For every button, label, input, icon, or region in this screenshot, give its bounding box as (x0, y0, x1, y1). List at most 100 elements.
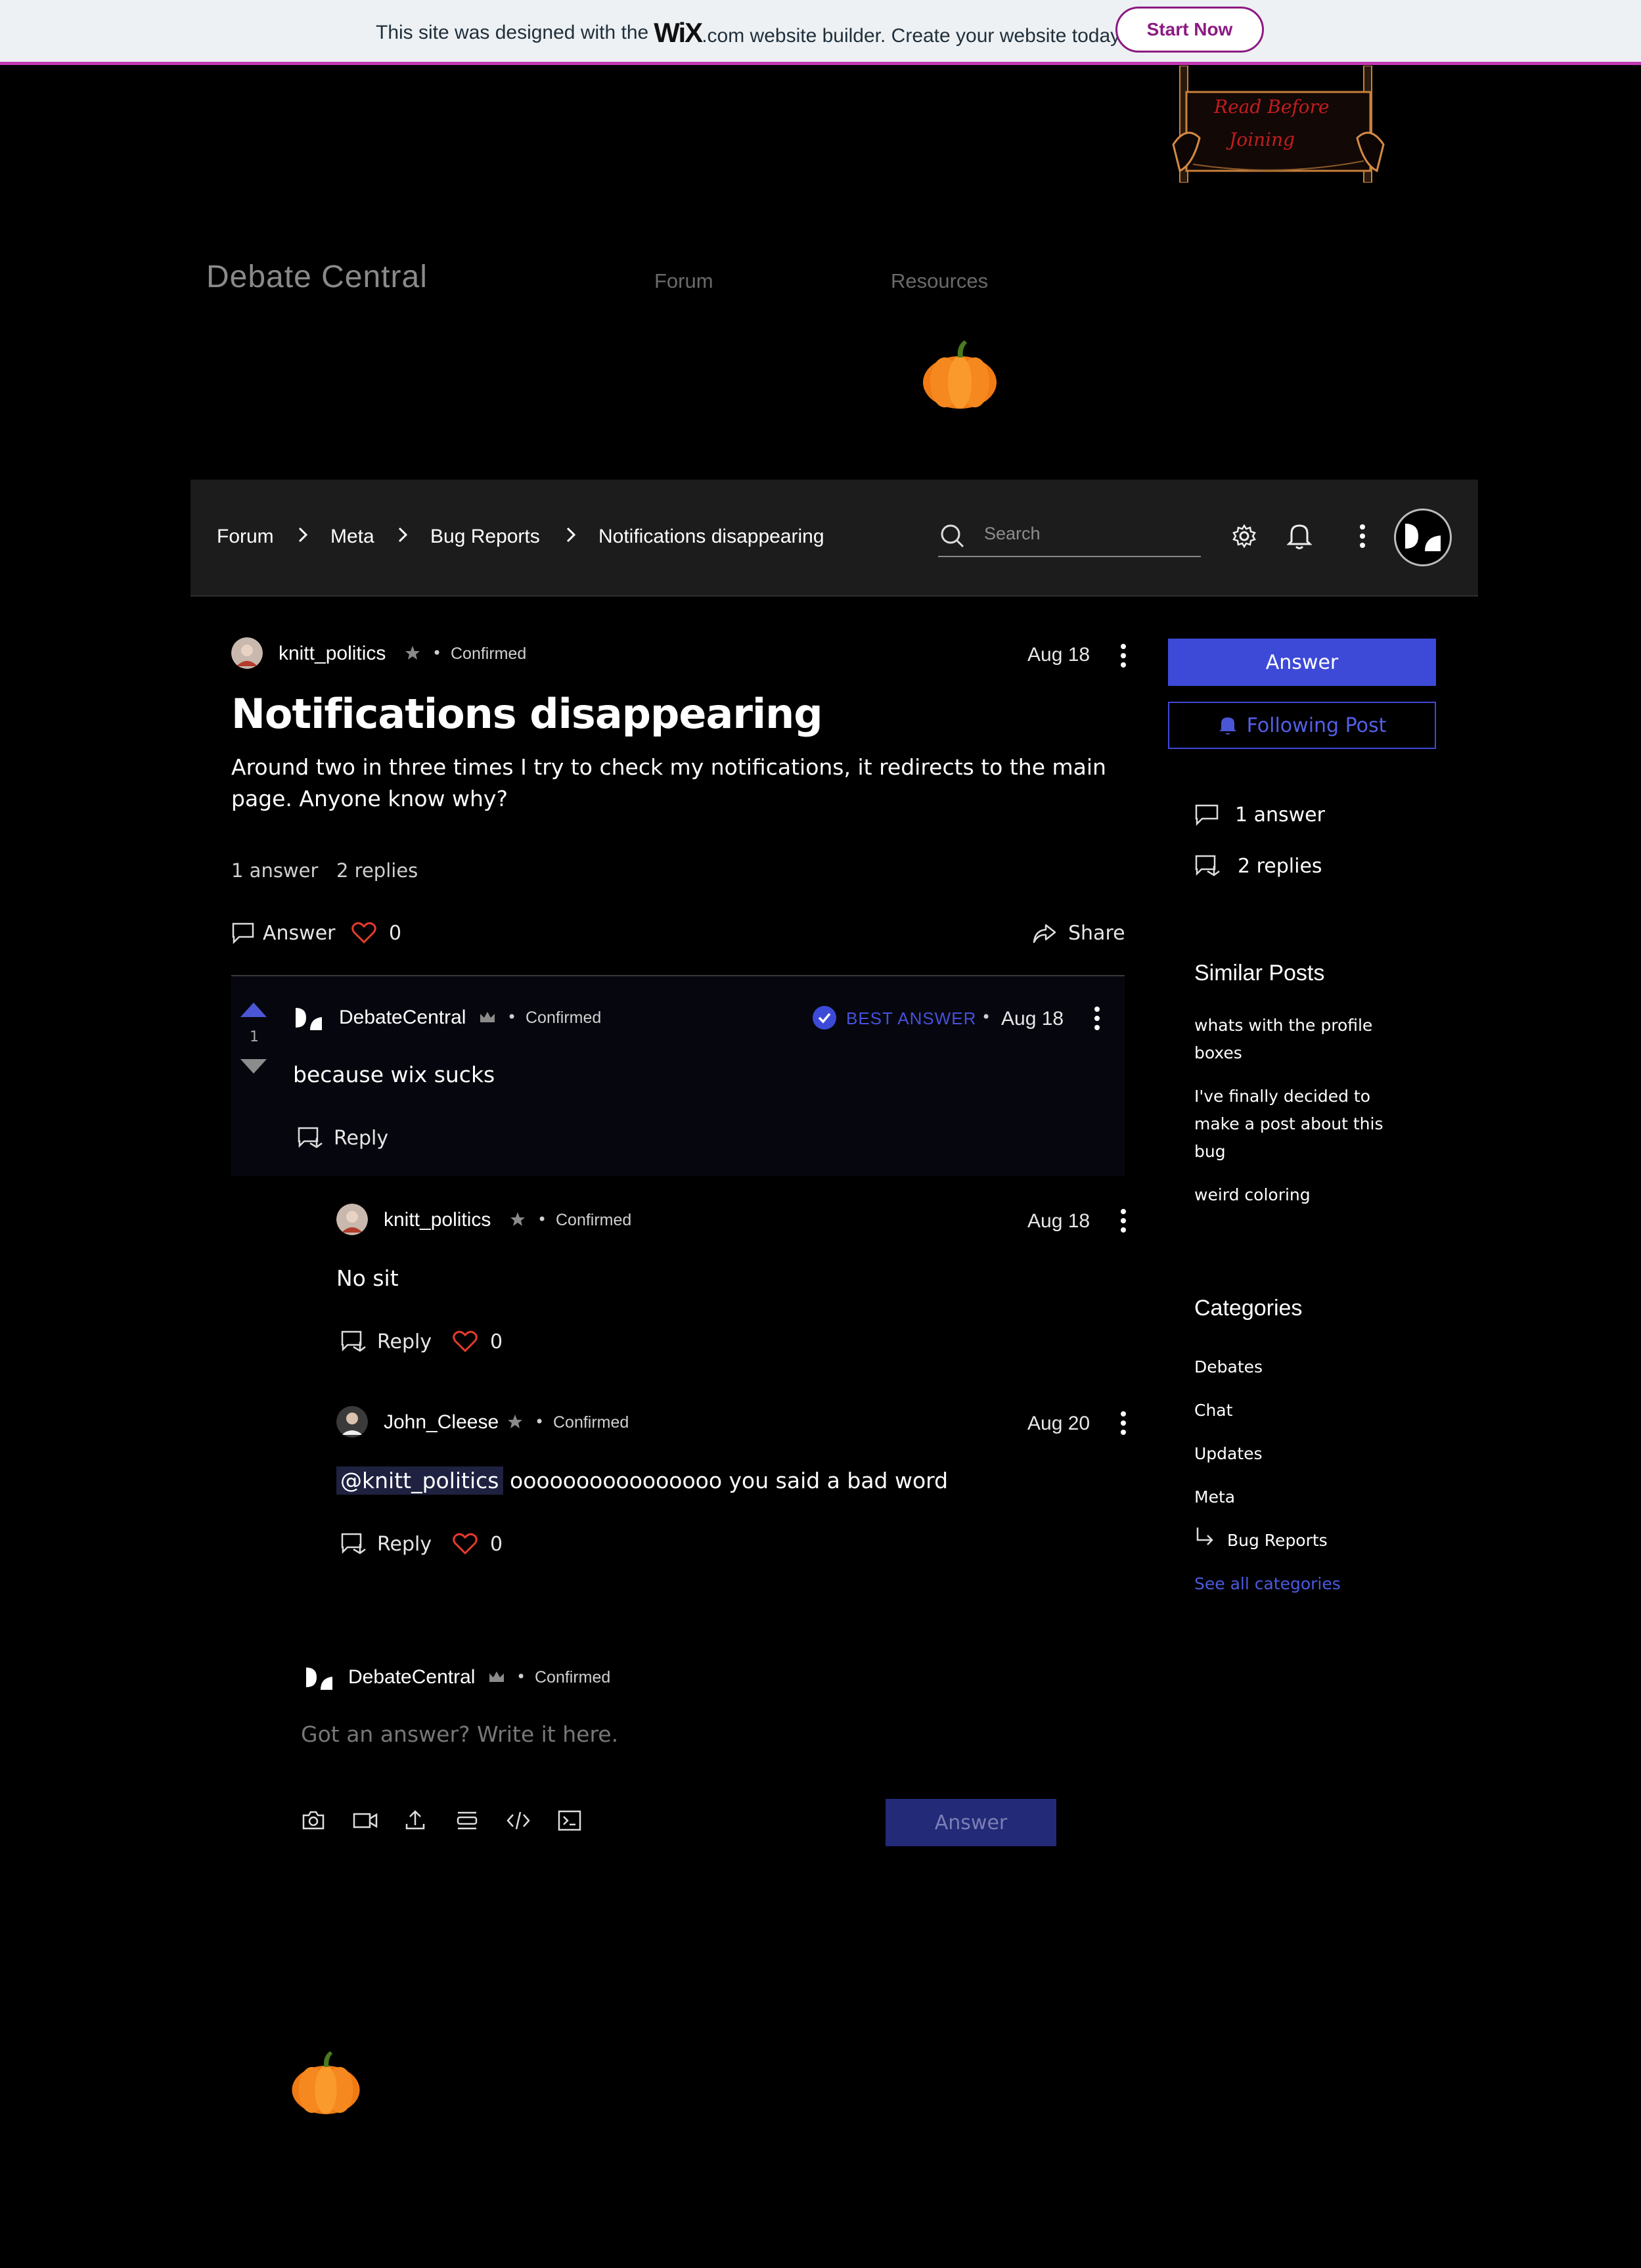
more-options-icon[interactable] (1117, 643, 1130, 669)
avatar[interactable] (293, 1005, 325, 1032)
author-status: Confirmed (451, 645, 527, 663)
code-icon[interactable] (506, 1809, 531, 1832)
start-now-button[interactable]: Start Now (1115, 7, 1264, 53)
reply-author[interactable]: John_Cleese (384, 1411, 499, 1434)
composer-author: DebateCentral (348, 1666, 476, 1688)
upload-icon[interactable] (403, 1808, 427, 1832)
author-status: Confirmed (526, 1009, 602, 1027)
breadcrumb-forum[interactable]: Forum (217, 526, 274, 548)
reply-author[interactable]: knitt_politics (384, 1209, 491, 1231)
answer-button[interactable]: Answer (1168, 639, 1436, 686)
sidebar-replies-label: 2 replies (1238, 854, 1322, 878)
comment-icon (232, 922, 254, 945)
user-avatar[interactable] (1394, 509, 1452, 566)
reply-body: No sit (336, 1265, 399, 1291)
chevron-right-icon (296, 523, 310, 547)
post-replies-count[interactable]: 2 replies (336, 859, 418, 882)
more-options-icon[interactable] (1117, 1208, 1130, 1234)
share-button[interactable]: Share (1031, 921, 1125, 945)
reply-button[interactable]: Reply (297, 1126, 388, 1150)
breadcrumb-meta[interactable]: Meta (330, 526, 374, 548)
post-like-count: 0 (389, 921, 402, 945)
avatar[interactable] (231, 637, 263, 669)
similar-post-link[interactable]: weird coloring (1194, 1181, 1391, 1209)
more-options-icon[interactable] (1117, 1410, 1130, 1436)
sidebar-replies-stat[interactable]: 2 replies (1194, 854, 1322, 878)
similar-post-link[interactable]: I've finally decided to make a post abou… (1194, 1083, 1391, 1166)
author-status: Confirmed (535, 1668, 611, 1687)
pumpkin-icon (918, 338, 1001, 410)
video-icon[interactable] (352, 1809, 378, 1832)
reply-icon (298, 1127, 323, 1148)
categories-heading: Categories (1194, 1296, 1303, 1321)
share-label: Share (1068, 921, 1125, 945)
bell-icon[interactable] (1286, 522, 1313, 551)
author-status: Confirmed (556, 1211, 632, 1229)
answer-action[interactable]: Answer (231, 921, 336, 945)
pumpkin-icon (288, 2047, 364, 2117)
heart-icon (351, 922, 376, 944)
breadcrumb-current-post[interactable]: Notifications disappearing (598, 526, 824, 548)
wix-logo: WiX (654, 17, 703, 48)
post-author[interactable]: knitt_politics (279, 643, 386, 665)
reply-text: oooooooooooooooo you said a bad word (510, 1468, 949, 1493)
reply-body: @knitt_politics oooooooooooooooo you sai… (336, 1466, 949, 1495)
terminal-icon[interactable] (557, 1809, 582, 1832)
following-post-label: Following Post (1246, 714, 1387, 737)
upvote-button[interactable] (239, 1001, 268, 1018)
chevron-right-icon (395, 523, 410, 547)
sidebar-answers-stat[interactable]: 1 answer (1194, 803, 1325, 827)
search-icon[interactable] (939, 523, 966, 549)
nav-resources[interactable]: Resources (891, 269, 988, 293)
following-post-button[interactable]: Following Post (1168, 702, 1436, 749)
avatar (303, 1665, 335, 1691)
more-options-icon[interactable] (1356, 523, 1369, 549)
comment-icon (1195, 804, 1219, 827)
post-answers-count[interactable]: 1 answer (231, 859, 318, 882)
camera-icon[interactable] (301, 1809, 326, 1832)
like-button[interactable]: 0 (452, 1330, 503, 1353)
see-all-categories-link[interactable]: See all categories (1194, 1570, 1391, 1598)
gear-icon[interactable] (1231, 523, 1257, 549)
separator-dot: • (432, 644, 442, 662)
category-link[interactable]: Meta (1194, 1484, 1391, 1511)
reply-date: Aug 18 (1027, 1210, 1090, 1232)
reply-button[interactable]: Reply (340, 1330, 432, 1353)
category-link[interactable]: Debates (1194, 1353, 1391, 1381)
separator-dot: • (981, 1008, 991, 1026)
reply-button[interactable]: Reply (340, 1532, 432, 1556)
best-answer-check-icon (812, 1005, 837, 1030)
divider-icon[interactable] (455, 1809, 480, 1832)
reply-label: Reply (377, 1532, 432, 1556)
breadcrumb-bug-reports[interactable]: Bug Reports (430, 526, 540, 548)
composer-submit-button[interactable]: Answer (886, 1799, 1056, 1846)
forum-toolbar (191, 480, 1478, 597)
reply-label: Reply (377, 1330, 432, 1353)
search-underline (938, 556, 1201, 557)
search-input[interactable] (983, 523, 1196, 545)
more-options-icon[interactable] (1090, 1005, 1104, 1032)
user-mention[interactable]: @knitt_politics (336, 1466, 503, 1495)
wix-text-after: .com website builder. Create your websit… (702, 25, 1125, 47)
site-title[interactable]: Debate Central (206, 259, 428, 295)
crown-icon (478, 1009, 497, 1025)
category-link[interactable]: Updates (1194, 1440, 1391, 1468)
category-link[interactable]: Bug Reports (1227, 1527, 1424, 1554)
like-button[interactable]: 0 (452, 1532, 503, 1556)
downvote-button[interactable] (239, 1058, 268, 1075)
answer-date: Aug 18 (1001, 1008, 1064, 1030)
answer-action-label: Answer (263, 921, 336, 945)
answer-author[interactable]: DebateCentral (339, 1007, 466, 1029)
like-button[interactable]: 0 (351, 921, 401, 945)
avatar[interactable] (336, 1204, 368, 1235)
avatar[interactable] (336, 1406, 368, 1438)
answer-input[interactable]: Got an answer? Write it here. (301, 1721, 618, 1747)
reply-like-count: 0 (490, 1330, 503, 1353)
similar-post-link[interactable]: whats with the profile boxes (1194, 1012, 1391, 1067)
crown-icon (487, 1669, 506, 1685)
reply-date: Aug 20 (1027, 1413, 1090, 1434)
best-answer-badge: BEST ANSWER (846, 1009, 977, 1028)
nav-forum[interactable]: Forum (654, 269, 713, 293)
reply-icon (341, 1533, 366, 1554)
category-link[interactable]: Chat (1194, 1397, 1391, 1424)
